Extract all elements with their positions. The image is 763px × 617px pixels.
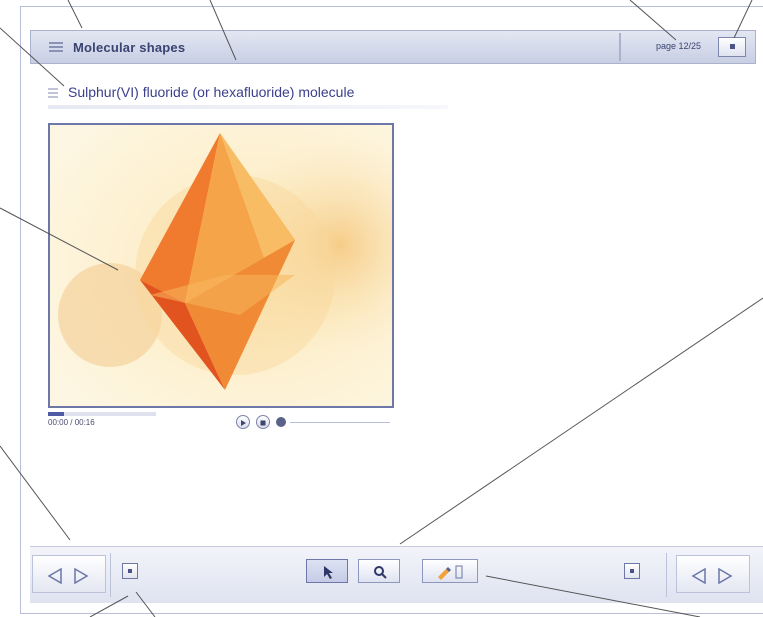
forward-page-icon [630,569,634,573]
section-nav-right [676,555,750,593]
page-heading-row: Sulphur(VI) fluoride (or hexafluoride) m… [48,84,508,102]
next-arrow-icon[interactable] [73,568,89,584]
previous-arrow-icon[interactable] [47,568,63,584]
menu-icon[interactable] [49,42,63,53]
volume-knob[interactable] [276,417,286,427]
back-page-button[interactable] [122,563,138,579]
title-bar-divider [619,33,621,61]
time-readout: 00:00 / 00:16 [48,418,95,427]
forward-page-button[interactable] [624,563,640,579]
close-button[interactable] [718,37,746,57]
page-heading: Sulphur(VI) fluoride (or hexafluoride) m… [68,84,355,100]
heading-bullet-icon [48,88,58,98]
section-nav-left [32,555,106,593]
volume-slider[interactable] [290,422,390,423]
progress-fill [48,412,65,416]
play-button[interactable] [236,415,250,429]
tool-select-button[interactable] [306,559,348,583]
pointer-icon [324,566,333,579]
stop-icon [260,420,266,426]
player-controls-bar: 00:00 / 00:16 [48,410,394,432]
progress-track[interactable] [48,412,156,416]
heading-underline [48,105,448,109]
bottom-toolbar [30,546,763,603]
app-title: Molecular shapes [73,40,186,55]
magnifier-icon [374,566,387,579]
toolbar-divider-right [666,553,667,597]
tool-annotate-button[interactable] [422,559,478,583]
pencil-icon [438,565,463,580]
play-icon [241,420,246,426]
toolbar-divider [110,553,111,597]
page-counter: page 12/25 [656,41,702,51]
playback-controls [236,415,396,431]
next-arrow-icon[interactable] [717,568,733,584]
video-player[interactable] [48,123,394,408]
close-icon [730,44,735,49]
title-bar: Molecular shapes page 12/25 [30,30,756,64]
tool-zoom-button[interactable] [358,559,400,583]
back-page-icon [128,569,132,573]
previous-arrow-icon[interactable] [691,568,707,584]
stop-button[interactable] [256,415,270,429]
molecule-animation [50,125,392,406]
